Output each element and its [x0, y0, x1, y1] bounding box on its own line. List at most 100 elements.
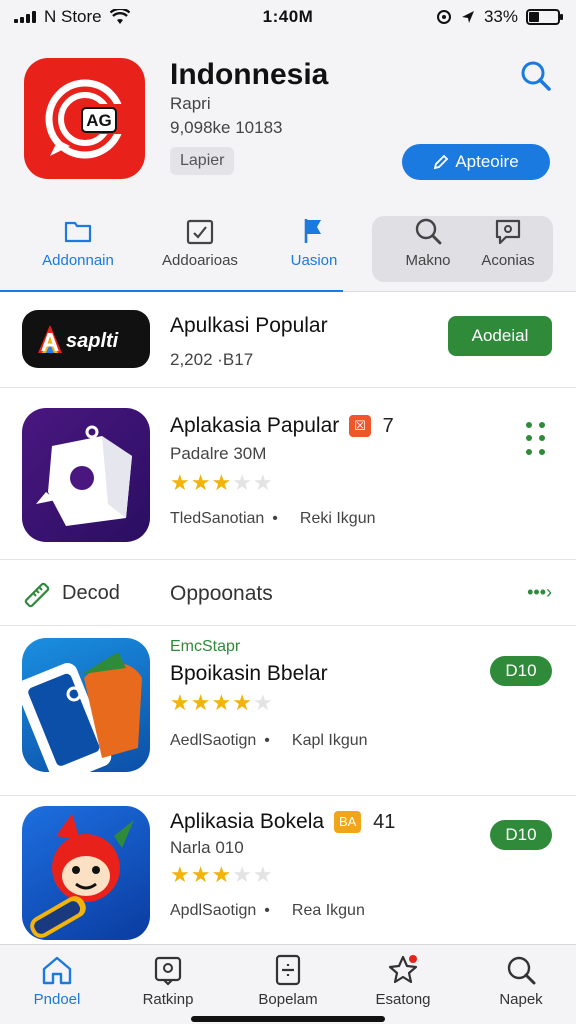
folder-icon	[64, 221, 92, 243]
star-icon: ★	[170, 470, 191, 495]
location-icon	[436, 10, 451, 24]
bottom-tab-ranking[interactable]: Ratkinp	[113, 953, 223, 1008]
section-title: Oppoonats	[170, 582, 273, 605]
row-footer: ApdlSaotign • Rea Ikgun	[170, 902, 365, 920]
bottom-tab-bar: Pndoel Ratkinp Bopelam Esatong Napek	[0, 944, 576, 1024]
battery-icon	[526, 9, 563, 25]
app-meta: 2,202 ·B17	[170, 350, 254, 369]
editors-tag: EmcStapr	[170, 638, 241, 655]
primary-action-button[interactable]: Apteoire	[402, 144, 550, 180]
tab-label: Addonnain	[42, 252, 114, 269]
bottom-tab-updates[interactable]: Bopelam	[233, 953, 343, 1008]
tab-4[interactable]: Aconias	[476, 216, 540, 280]
tab-2[interactable]: Uasion	[282, 216, 346, 280]
app-logo-text: saplti	[66, 330, 119, 352]
separator-dot: •	[264, 732, 270, 749]
app-icon[interactable]	[22, 806, 150, 940]
get-button[interactable]: D10	[490, 656, 552, 686]
app-size: Narla 010	[170, 838, 244, 857]
app-icon[interactable]: A saplti	[22, 310, 150, 368]
phone-hand-icon	[22, 652, 142, 772]
star-icon: ★	[190, 470, 212, 495]
app-developer[interactable]: Rapri	[170, 94, 211, 114]
star-icon: ★	[211, 470, 233, 495]
ranking-icon	[154, 956, 182, 986]
tab-label: Addoarioas	[162, 252, 238, 269]
search-icon	[521, 61, 551, 91]
bottom-tab-home[interactable]: Pndoel	[2, 953, 112, 1008]
age-badge: ☒	[349, 415, 371, 437]
cube-logo-icon	[36, 425, 132, 526]
separator-dot: •	[272, 510, 278, 527]
app-meta: 9,098ke 10183	[170, 118, 283, 137]
footer-left: AedlSaotign	[170, 732, 257, 749]
app-logo-icon: A saplti	[38, 325, 119, 357]
footer-left: ApdlSaotign	[170, 902, 257, 919]
star-icon: ★	[252, 470, 274, 495]
tab-3[interactable]: Makno	[398, 216, 458, 280]
app-icon[interactable]	[22, 408, 150, 542]
tab-1[interactable]: Addoarioas	[156, 216, 244, 280]
ruler-icon	[24, 582, 50, 608]
app-size: Padalre 30M	[170, 444, 267, 463]
status-right: 33%	[436, 7, 563, 27]
chat-icon	[495, 219, 521, 245]
home-indicator[interactable]	[191, 1016, 385, 1022]
app-name-line: Aplikasia Bokela BA 41	[170, 810, 395, 834]
bottom-tab-label: Esatong	[375, 991, 431, 1008]
app-name: Bpoikasin Bbelar	[170, 662, 328, 685]
app-icon[interactable]	[22, 638, 150, 772]
star-notification-icon	[388, 955, 418, 984]
more-options-button[interactable]	[526, 422, 548, 458]
star-icon: ★	[170, 862, 191, 887]
app-logo-letter: A	[41, 327, 60, 357]
tab-label: Aconias	[481, 252, 535, 269]
star-icon: ★	[232, 862, 253, 887]
bottom-tab-search[interactable]: Napek	[466, 953, 576, 1008]
age-badge: BA	[333, 811, 362, 833]
app-header: AG Indonnesia Rapri 9,098ke 10183 Lapier…	[0, 34, 576, 204]
get-button[interactable]: Aodeial	[448, 316, 552, 356]
badge-number: 41	[373, 811, 396, 833]
mascot-icon	[30, 814, 134, 938]
list-item[interactable]: EmcStapr Bpoikasin Bbelar ★★★★★ AedlSaot…	[0, 626, 576, 796]
primary-action-label: Apteoire	[455, 152, 519, 171]
get-button[interactable]: D10	[490, 820, 552, 850]
list-item[interactable]: Aplikasia Bokela BA 41 Narla 010 ★★★★★ A…	[0, 796, 576, 944]
tab-label: Makno	[405, 252, 451, 269]
bottom-tab-label: Bopelam	[258, 991, 318, 1008]
star-icon: ★	[211, 862, 233, 887]
star-rating: ★★★★★	[170, 690, 274, 716]
star-icon: ★	[232, 470, 253, 495]
tab-label: Uasion	[290, 252, 338, 269]
bottom-tab-favorites[interactable]: Esatong	[348, 953, 458, 1008]
app-name: Aplakasia Papular	[170, 414, 340, 437]
status-bar: N Store 1:40M 33%	[0, 0, 576, 34]
star-icon: ★	[252, 690, 274, 715]
category-chip[interactable]: Lapier	[170, 147, 235, 175]
flag-icon	[304, 219, 321, 243]
arrow-icon	[461, 11, 474, 23]
search-icon	[507, 956, 536, 985]
see-more-link[interactable]: •••›	[527, 582, 552, 603]
bottom-tab-label: Ratkinp	[142, 991, 194, 1008]
tab-0[interactable]: Addonnain	[36, 216, 120, 280]
footer-right: Reki Ikgun	[299, 510, 376, 527]
star-rating: ★★★★★	[170, 470, 274, 496]
updates-icon	[275, 954, 301, 986]
app-icon[interactable]: AG	[24, 58, 145, 179]
pencil-icon	[434, 154, 449, 170]
row-footer: AedlSaotign • Kapl Ikgun	[170, 732, 368, 750]
bottom-tab-label: Napek	[499, 991, 543, 1008]
app-name: Apulkasi Popular	[170, 314, 328, 337]
app-name: Aplikasia Bokela	[170, 810, 325, 833]
list-item[interactable]: Aplakasia Papular ☒ 7 Padalre 30M ★★★★★ …	[0, 388, 576, 560]
star-icon: ★	[170, 690, 191, 715]
search-button[interactable]	[518, 58, 554, 94]
list-item[interactable]: A saplti Apulkasi Popular 2,202 ·B17 Aod…	[0, 292, 576, 388]
calendar-check-icon	[186, 219, 214, 245]
app-title: Indonnesia	[170, 58, 329, 91]
footer-right: Rea Ikgun	[291, 902, 365, 919]
row-footer: TledSanotian • Reki Ikgun	[170, 510, 376, 528]
star-rating: ★★★★★	[170, 862, 274, 888]
